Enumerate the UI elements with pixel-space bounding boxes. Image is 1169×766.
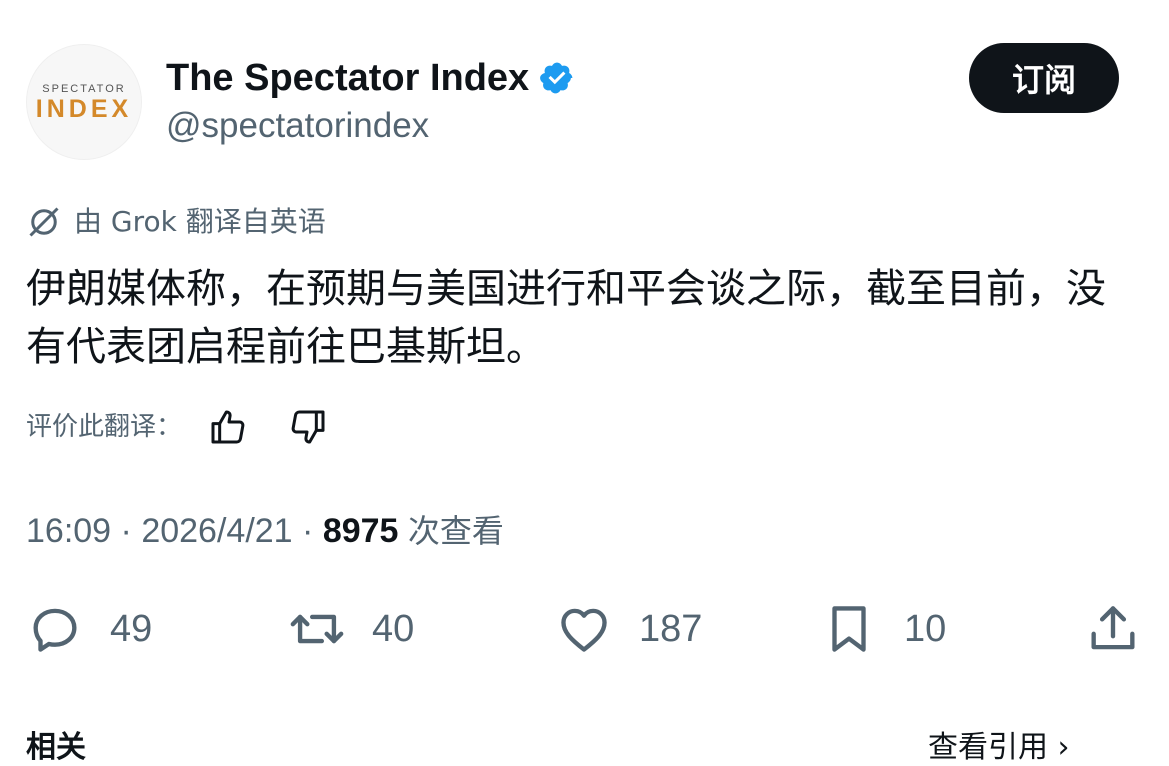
account-name[interactable]: The Spectator Index [166,54,529,102]
related-heading: 相关 [26,730,86,765]
view-count-label: 次查看 [407,512,504,550]
thumbs-down-icon[interactable] [288,407,328,447]
account-handle[interactable]: @spectatorindex [166,104,429,148]
repost-button[interactable]: 40 [288,600,414,658]
tweet-text: 伊朗媒体称，在预期与美国进行和平会谈之际，截至目前，没有代表团启程前往巴基斯坦。 [26,266,1106,370]
view-quotes-link[interactable]: 查看引用 › [928,722,1070,766]
thumbs-up-icon[interactable] [208,407,248,447]
bookmark-count: 10 [904,607,947,650]
bookmark-icon [832,606,866,652]
reply-count: 49 [110,607,153,650]
view-count: 8975 [322,512,399,550]
translation-source: 由 Grok 翻译自英语 [26,202,326,242]
tweet-meta: 16:09 · 2026/4/21 · 8975 次查看 [26,512,504,550]
share-icon [1091,606,1135,650]
like-button[interactable]: 187 [555,600,702,658]
rate-translation-label: 评价此翻译： [26,412,183,442]
reply-icon [33,608,77,652]
avatar-logo-line2: INDEX [35,95,133,123]
tweet-time[interactable]: 16:09 [26,512,111,550]
rate-translation: 评价此翻译： [26,406,328,448]
like-count: 187 [639,607,703,650]
tweet-date[interactable]: 2026/4/21 [141,512,292,550]
avatar[interactable]: SPECTATOR INDEX [26,44,142,160]
repost-count: 40 [372,607,415,650]
avatar-logo-line1: SPECTATOR [42,83,126,95]
account-name-row[interactable]: The Spectator Index [166,54,575,102]
share-button[interactable] [1084,600,1142,658]
heart-icon [561,608,607,652]
bookmark-button[interactable]: 10 [820,600,946,658]
reply-button[interactable]: 49 [26,600,152,658]
translation-source-label: 由 Grok 翻译自英语 [74,205,326,238]
repost-icon [290,614,344,644]
subscribe-button[interactable]: 订阅 [969,43,1119,113]
verified-badge-icon [540,62,573,94]
grok-icon [29,207,59,237]
